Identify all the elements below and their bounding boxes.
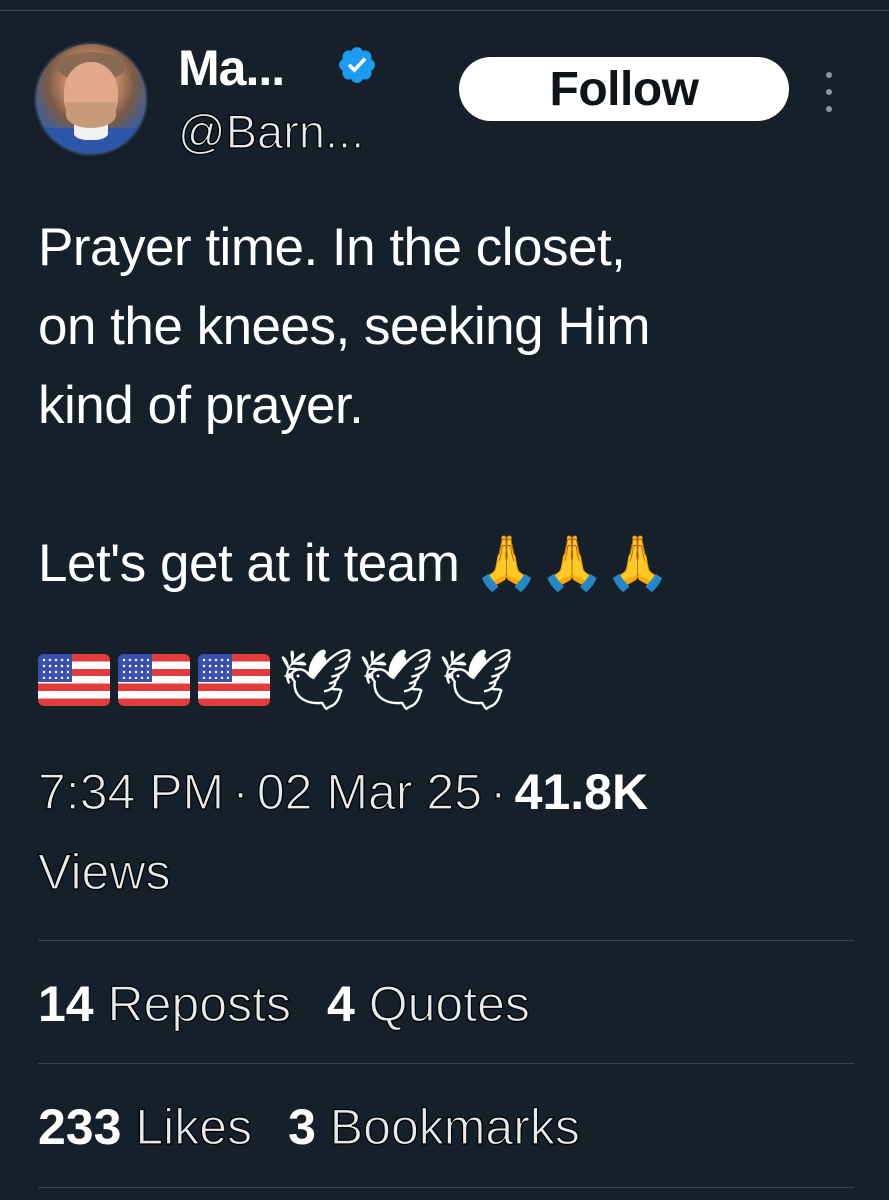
reposts-count: 14	[38, 976, 94, 1032]
avatar[interactable]	[34, 42, 148, 156]
follow-button[interactable]: Follow	[459, 57, 789, 121]
tweet-line: kind of prayer.	[38, 376, 364, 435]
bookmarks-count: 3	[288, 1099, 316, 1155]
tweet-line: Let's get at it team 🙏🙏🙏	[38, 534, 671, 593]
tweet-emoji-line: 🕊 🕊 🕊	[38, 644, 515, 716]
dove-emoji: 🕊	[358, 646, 435, 713]
likes-label: Likes	[135, 1098, 253, 1155]
more-dot	[826, 72, 832, 78]
tweet-line: Prayer time. In the closet,	[38, 218, 626, 277]
more-dot	[826, 89, 832, 95]
quotes-count: 4	[326, 976, 355, 1032]
more-vertical-icon[interactable]	[818, 72, 840, 112]
display-name[interactable]: Ma...	[178, 38, 285, 98]
likes-count: 233	[38, 1099, 122, 1155]
reposts-label: Reposts	[107, 975, 292, 1032]
us-flag-emoji	[38, 654, 110, 706]
tweet-date[interactable]: 02 Mar 25	[256, 763, 482, 820]
top-divider	[0, 0, 889, 11]
verified-badge-icon	[339, 47, 375, 83]
stats-row-reposts-quotes: 14 Reposts 4 Quotes	[38, 964, 858, 1044]
views-label: Views	[37, 843, 171, 900]
quotes-stat[interactable]: 4 Quotes	[326, 975, 531, 1032]
divider	[38, 1187, 854, 1188]
avatar-beard	[66, 102, 116, 128]
us-flag-emoji	[198, 654, 270, 706]
tweet-text: Prayer time. In the closet, on the knees…	[38, 208, 858, 603]
us-flag-emoji	[118, 654, 190, 706]
dove-emoji: 🕊	[438, 646, 515, 713]
tweet-metadata: 7:34 PM · 02 Mar 25 · 41.8K Views	[37, 752, 858, 912]
more-dot	[826, 106, 832, 112]
tweet-line-blank	[38, 445, 858, 524]
quotes-label: Quotes	[368, 975, 530, 1032]
user-handle[interactable]: @Barn...	[177, 104, 364, 160]
tweet-line: on the knees, seeking Him	[38, 297, 651, 356]
tweet-time[interactable]: 7:34 PM	[37, 763, 224, 820]
separator-dot: ·	[232, 763, 250, 820]
likes-stat[interactable]: 233 Likes	[38, 1098, 253, 1155]
bookmarks-stat[interactable]: 3 Bookmarks	[288, 1098, 580, 1155]
tweet-header: Ma... @Barn... Follow	[0, 20, 889, 170]
views-count: 41.8K	[514, 764, 649, 820]
divider	[38, 1063, 854, 1064]
reposts-stat[interactable]: 14 Reposts	[38, 975, 292, 1032]
separator-dot: ·	[489, 763, 507, 820]
bookmarks-label: Bookmarks	[329, 1098, 580, 1155]
divider	[38, 940, 854, 941]
stats-row-likes-bookmarks: 233 Likes 3 Bookmarks	[38, 1087, 858, 1167]
dove-emoji: 🕊	[278, 646, 355, 713]
